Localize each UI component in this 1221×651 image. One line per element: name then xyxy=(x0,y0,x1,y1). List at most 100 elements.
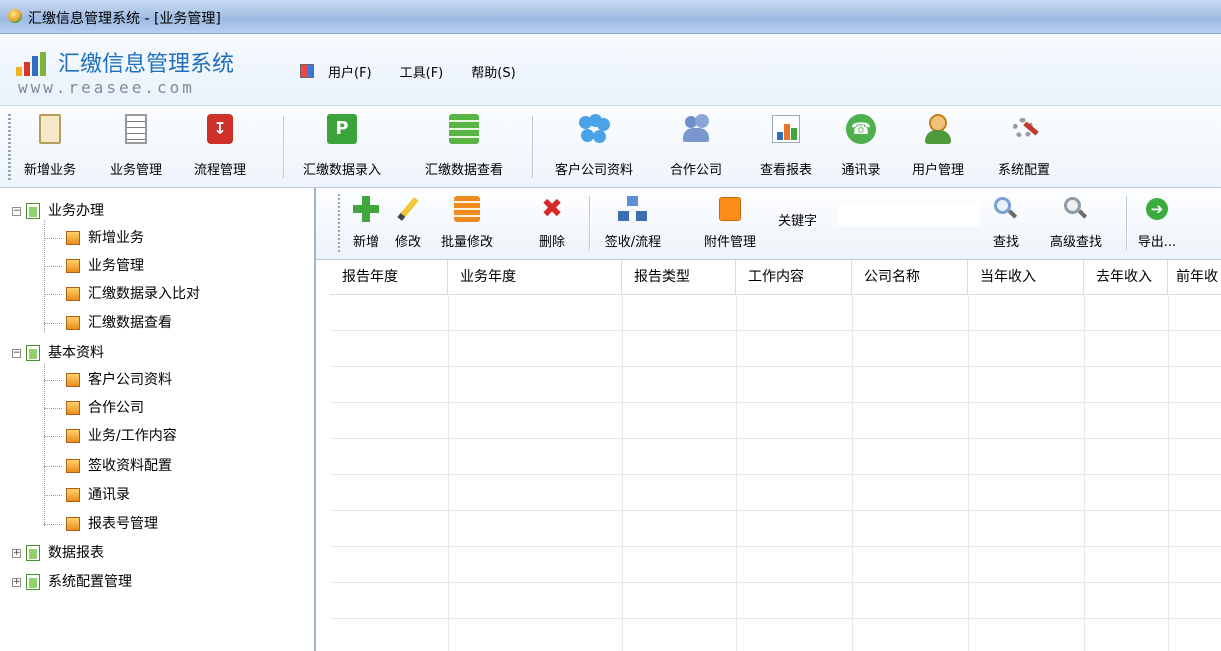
column-header-last-year-income[interactable]: 去年收入 xyxy=(1084,260,1168,294)
advanced-search-button[interactable]: 高级查找 xyxy=(1040,194,1112,256)
sign-flow-button[interactable]: 签收/流程 xyxy=(596,194,670,256)
grid-body[interactable] xyxy=(330,294,1221,651)
phone-icon: ☎ xyxy=(846,114,876,144)
column-header-company-name[interactable]: 公司名称 xyxy=(852,260,968,294)
grid-row-line xyxy=(330,438,1221,439)
item-icon xyxy=(66,287,80,301)
data-entry-icon: P xyxy=(327,114,357,144)
tree-connector xyxy=(44,238,62,239)
item-icon xyxy=(66,517,80,531)
grid-row-line xyxy=(330,510,1221,511)
item-icon xyxy=(66,429,80,443)
delete-x-icon: ✖ xyxy=(541,194,563,224)
toolbar-client-company-button[interactable]: 客户公司资料 xyxy=(540,112,648,184)
grid-row-line xyxy=(330,366,1221,367)
column-header-report-type[interactable]: 报告类型 xyxy=(622,260,736,294)
grid-row-line xyxy=(330,330,1221,331)
delete-button[interactable]: ✖ 删除 xyxy=(534,194,570,256)
column-header-prior-year-income[interactable]: 前年收 xyxy=(1168,260,1221,294)
grid-row-line xyxy=(330,474,1221,475)
process-icon: ↧ xyxy=(207,114,233,144)
folder-icon xyxy=(26,203,40,219)
column-header-current-income[interactable]: 当年收入 xyxy=(968,260,1084,294)
tree-connector xyxy=(44,524,62,525)
grid-row-line xyxy=(330,546,1221,547)
edit-button[interactable]: 修改 xyxy=(388,194,428,256)
toolbar-business-management-button[interactable]: 业务管理 xyxy=(104,112,168,184)
item-icon xyxy=(66,401,80,415)
toolbar-separator xyxy=(589,196,590,250)
menu-help[interactable]: 帮助(S) xyxy=(471,62,515,81)
toolbar-separator xyxy=(283,116,284,178)
logo-url: www.reasee.com xyxy=(18,78,195,97)
gear-icon xyxy=(1009,114,1039,144)
attachment-icon xyxy=(719,197,741,221)
toolbar-user-management-button[interactable]: 用户管理 xyxy=(900,112,976,184)
pencil-icon xyxy=(397,197,419,221)
keyword-label: 关键字 xyxy=(778,214,818,229)
item-icon xyxy=(66,459,80,473)
grid-column-line xyxy=(1168,294,1169,651)
attachment-management-button[interactable]: 附件管理 xyxy=(692,194,768,256)
title-bar: 汇缴信息管理系统 - [业务管理] xyxy=(0,0,1221,34)
grid-row-line xyxy=(330,582,1221,583)
expand-icon[interactable]: + xyxy=(12,578,21,587)
batch-edit-button[interactable]: 批量修改 xyxy=(434,194,500,256)
menu-user[interactable]: 用户(F) xyxy=(328,62,372,81)
tree-connector xyxy=(44,466,62,467)
report-chart-icon xyxy=(772,115,800,143)
window-title: 汇缴信息管理系统 - [业务管理] xyxy=(28,11,221,27)
column-header-report-year[interactable]: 报告年度 xyxy=(330,260,448,294)
tree-connector xyxy=(44,380,62,381)
business-management-panel: 新增 修改 批量修改 ✖ 删除 签收/流程 附件管理 关键字 查找 高级查找 ➔… xyxy=(316,188,1221,651)
item-icon xyxy=(66,373,80,387)
column-header-business-year[interactable]: 业务年度 xyxy=(448,260,622,294)
menu-tools[interactable]: 工具(F) xyxy=(400,62,444,81)
logo-name: 汇缴信息管理系统 xyxy=(58,52,235,77)
menu-app-icon[interactable] xyxy=(300,64,314,78)
advanced-search-icon xyxy=(1064,197,1088,221)
main-toolbar: 新增业务 业务管理 ↧ 流程管理 P 汇缴数据录入 汇缴数据查看 客户公司资料 xyxy=(0,106,1221,188)
keyword-input[interactable] xyxy=(838,204,980,226)
grid-column-line xyxy=(622,294,623,651)
folder-icon xyxy=(26,345,40,361)
partner-icon xyxy=(681,114,711,144)
toolbar-system-config-button[interactable]: 系统配置 xyxy=(986,112,1062,184)
action-toolbar: 新增 修改 批量修改 ✖ 删除 签收/流程 附件管理 关键字 查找 高级查找 ➔… xyxy=(316,188,1221,260)
plus-icon xyxy=(353,196,379,222)
grid-header: 报告年度 业务年度 报告类型 工作内容 公司名称 当年收入 去年收入 前年收 xyxy=(330,260,1221,295)
collapse-icon[interactable]: − xyxy=(12,207,21,216)
collapse-icon[interactable]: − xyxy=(12,349,21,358)
expand-icon[interactable]: + xyxy=(12,549,21,558)
toolbar-separator xyxy=(532,116,533,178)
batch-list-icon xyxy=(454,196,480,222)
toolbar-separator xyxy=(1126,196,1127,250)
toolbar-process-management-button[interactable]: ↧ 流程管理 xyxy=(188,112,252,184)
tree-connector xyxy=(44,323,62,324)
grid-column-line xyxy=(852,294,853,651)
add-button[interactable]: 新增 xyxy=(346,194,386,256)
toolbar-view-reports-button[interactable]: 查看报表 xyxy=(748,112,824,184)
grid-row-line xyxy=(330,402,1221,403)
app-icon xyxy=(8,9,22,23)
toolbar-partner-company-button[interactable]: 合作公司 xyxy=(662,112,730,184)
toolbar-grip[interactable] xyxy=(8,114,11,180)
business-data-grid[interactable]: 报告年度 业务年度 报告类型 工作内容 公司名称 当年收入 去年收入 前年收 xyxy=(330,260,1221,651)
new-document-icon xyxy=(39,114,61,144)
toolbar-new-business-button[interactable]: 新增业务 xyxy=(18,112,82,184)
checklist-icon xyxy=(125,114,147,144)
item-icon xyxy=(66,316,80,330)
toolbar-data-entry-button[interactable]: P 汇缴数据录入 xyxy=(290,112,394,184)
grid-column-line xyxy=(736,294,737,651)
toolbar-data-view-button[interactable]: 汇缴数据查看 xyxy=(410,112,518,184)
grid-row-line xyxy=(330,618,1221,619)
column-header-work-content[interactable]: 工作内容 xyxy=(736,260,852,294)
tree-connector xyxy=(44,436,62,437)
toolbar-grip[interactable] xyxy=(338,194,340,252)
export-button[interactable]: ➔ 导出... xyxy=(1134,194,1180,256)
toolbar-contacts-button[interactable]: ☎ 通讯录 xyxy=(834,112,888,184)
tree-connector xyxy=(44,294,62,295)
export-arrow-icon: ➔ xyxy=(1146,198,1168,220)
search-button[interactable]: 查找 xyxy=(986,194,1026,256)
folder-icon xyxy=(26,545,40,561)
